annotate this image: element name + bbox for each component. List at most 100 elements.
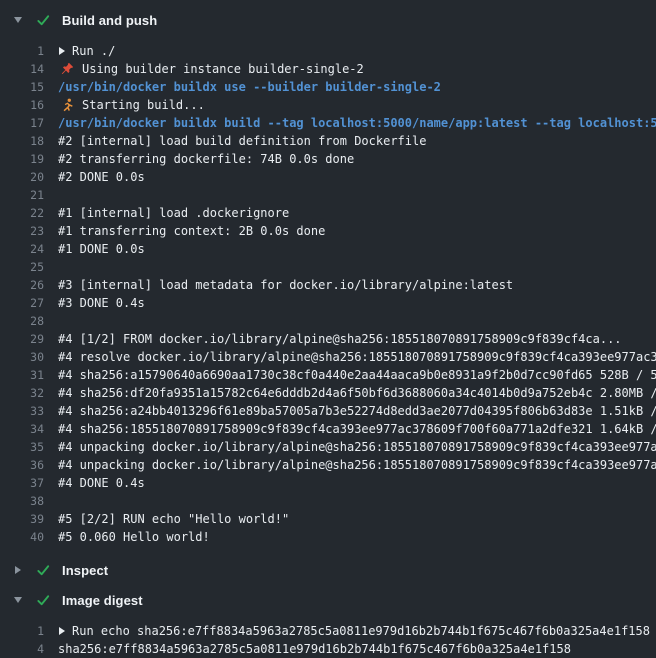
section-title: Image digest — [62, 593, 143, 608]
line-number[interactable]: 40 — [0, 528, 44, 546]
line-text: #2 DONE 0.0s — [58, 168, 656, 186]
line-number[interactable]: 14 — [0, 60, 44, 78]
section-title: Inspect — [62, 563, 108, 578]
log-line: 40 #5 0.060 Hello world! — [0, 528, 656, 546]
line-number[interactable]: 16 — [0, 96, 44, 114]
line-text: #1 [internal] load .dockerignore — [58, 204, 656, 222]
line-number[interactable]: 28 — [0, 312, 44, 330]
pushpin-icon — [60, 62, 74, 76]
log-line: 35 #4 unpacking docker.io/library/alpine… — [0, 438, 656, 456]
line-number[interactable]: 17 — [0, 114, 44, 132]
log-line: 22 #1 [internal] load .dockerignore — [0, 204, 656, 222]
line-number[interactable]: 33 — [0, 402, 44, 420]
line-number[interactable]: 21 — [0, 186, 44, 204]
runner-icon — [60, 98, 74, 112]
log-line: 27 #3 DONE 0.4s — [0, 294, 656, 312]
log-line: 21 — [0, 186, 656, 204]
line-number[interactable]: 24 — [0, 240, 44, 258]
line-number[interactable]: 30 — [0, 348, 44, 366]
section-header[interactable]: Inspect — [0, 558, 656, 582]
line-number[interactable]: 37 — [0, 474, 44, 492]
log-line: 36 #4 unpacking docker.io/library/alpine… — [0, 456, 656, 474]
actions-log-viewer: Build and push 1 Run ./ 14 Using builder… — [0, 8, 656, 658]
line-text: #2 [internal] load build definition from… — [58, 132, 656, 150]
line-text: #4 [1/2] FROM docker.io/library/alpine@s… — [58, 330, 656, 348]
play-expand-icon[interactable] — [59, 627, 65, 635]
line-text: #5 [2/2] RUN echo "Hello world!" — [58, 510, 656, 528]
line-number[interactable]: 15 — [0, 78, 44, 96]
line-text: #3 [internal] load metadata for docker.i… — [58, 276, 656, 294]
line-number[interactable]: 31 — [0, 366, 44, 384]
log-line: 29 #4 [1/2] FROM docker.io/library/alpin… — [0, 330, 656, 348]
log-line: 32 #4 sha256:df20fa9351a15782c64e6dddb2d… — [0, 384, 656, 402]
line-number[interactable]: 22 — [0, 204, 44, 222]
line-text: #4 unpacking docker.io/library/alpine@sh… — [58, 438, 656, 456]
line-text: #5 0.060 Hello world! — [58, 528, 656, 546]
line-text: #3 DONE 0.4s — [58, 294, 656, 312]
line-number[interactable]: 26 — [0, 276, 44, 294]
chevron-down-icon[interactable] — [14, 17, 22, 23]
section-title: Build and push — [62, 13, 157, 28]
line-number[interactable]: 36 — [0, 456, 44, 474]
log-line: 24 #1 DONE 0.0s — [0, 240, 656, 258]
line-number[interactable]: 25 — [0, 258, 44, 276]
log-line: 14 Using builder instance builder-single… — [0, 60, 656, 78]
line-number[interactable]: 27 — [0, 294, 44, 312]
check-icon — [36, 13, 51, 28]
log-line: 25 — [0, 258, 656, 276]
section-log-lines: 1 Run echo sha256:e7ff8834a5963a2785c5a0… — [0, 612, 656, 658]
line-text: #4 sha256:df20fa9351a15782c64e6dddb2d4a6… — [58, 384, 656, 402]
line-number[interactable]: 32 — [0, 384, 44, 402]
line-text: /usr/bin/docker buildx build --tag local… — [58, 114, 656, 132]
line-number[interactable]: 39 — [0, 510, 44, 528]
log-line: 38 — [0, 492, 656, 510]
chevron-down-icon[interactable] — [14, 597, 22, 603]
line-text: #4 sha256:a15790640a6690aa1730c38cf0a440… — [58, 366, 656, 384]
log-line: 34 #4 sha256:185518070891758909c9f839cf4… — [0, 420, 656, 438]
log-section: Build and push 1 Run ./ 14 Using builder… — [0, 8, 656, 552]
line-text: #4 unpacking docker.io/library/alpine@sh… — [58, 456, 656, 474]
line-text: Run echo sha256:e7ff8834a5963a2785c5a081… — [58, 622, 656, 640]
line-number[interactable]: 29 — [0, 330, 44, 348]
line-text: /usr/bin/docker buildx use --builder bui… — [58, 78, 656, 96]
check-icon — [36, 593, 51, 608]
sections-root: Build and push 1 Run ./ 14 Using builder… — [0, 8, 656, 658]
line-number[interactable]: 1 — [0, 622, 44, 640]
log-line: 15 /usr/bin/docker buildx use --builder … — [0, 78, 656, 96]
line-number[interactable]: 20 — [0, 168, 44, 186]
line-number[interactable]: 18 — [0, 132, 44, 150]
line-number[interactable]: 34 — [0, 420, 44, 438]
line-text: Run ./ — [58, 42, 656, 60]
log-section: Inspect — [0, 558, 656, 582]
line-text: #1 DONE 0.0s — [58, 240, 656, 258]
line-text: #4 resolve docker.io/library/alpine@sha2… — [58, 348, 656, 366]
line-text: Starting build... — [58, 96, 656, 114]
line-text: sha256:e7ff8834a5963a2785c5a0811e979d16b… — [58, 640, 656, 658]
log-line: 30 #4 resolve docker.io/library/alpine@s… — [0, 348, 656, 366]
check-icon — [36, 563, 51, 578]
line-text: #4 sha256:185518070891758909c9f839cf4ca3… — [58, 420, 656, 438]
play-expand-icon[interactable] — [59, 47, 65, 55]
log-line: 4 sha256:e7ff8834a5963a2785c5a0811e979d1… — [0, 640, 656, 658]
log-line: 37 #4 DONE 0.4s — [0, 474, 656, 492]
line-number[interactable]: 35 — [0, 438, 44, 456]
section-log-lines: 1 Run ./ 14 Using builder instance build… — [0, 32, 656, 552]
line-text: #2 transferring dockerfile: 74B 0.0s don… — [58, 150, 656, 168]
log-line: 1 Run echo sha256:e7ff8834a5963a2785c5a0… — [0, 622, 656, 640]
line-number[interactable]: 4 — [0, 640, 44, 658]
line-text: #4 DONE 0.4s — [58, 474, 656, 492]
line-number[interactable]: 38 — [0, 492, 44, 510]
section-header[interactable]: Build and push — [0, 8, 656, 32]
log-line: 19 #2 transferring dockerfile: 74B 0.0s … — [0, 150, 656, 168]
line-number[interactable]: 1 — [0, 42, 44, 60]
section-header[interactable]: Image digest — [0, 588, 656, 612]
log-line: 16 Starting build... — [0, 96, 656, 114]
log-line: 28 — [0, 312, 656, 330]
line-number[interactable]: 23 — [0, 222, 44, 240]
line-number[interactable]: 19 — [0, 150, 44, 168]
chevron-right-icon[interactable] — [15, 566, 21, 574]
log-line: 23 #1 transferring context: 2B 0.0s done — [0, 222, 656, 240]
line-text: #1 transferring context: 2B 0.0s done — [58, 222, 656, 240]
log-line: 17 /usr/bin/docker buildx build --tag lo… — [0, 114, 656, 132]
log-section: Image digest 1 Run echo sha256:e7ff8834a… — [0, 588, 656, 658]
